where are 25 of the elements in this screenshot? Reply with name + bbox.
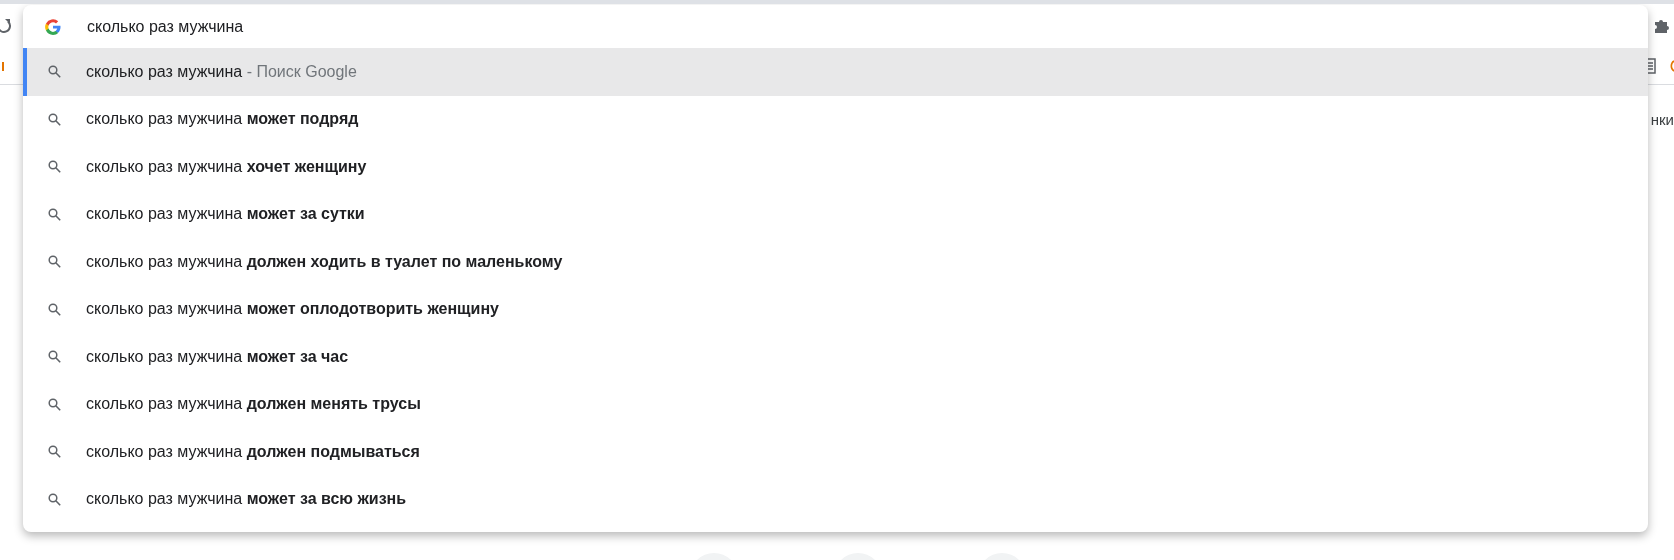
suggestion-item[interactable]: сколько раз мужчина может оплодотворить женщину xyxy=(23,285,1648,333)
suggestion-item[interactable]: сколько раз мужчина может за час xyxy=(23,333,1648,381)
address-input[interactable]: сколько раз мужчина xyxy=(87,17,587,36)
search-icon xyxy=(48,207,61,221)
search-icon xyxy=(48,350,61,364)
suggestion-item[interactable]: сколько раз мужчина может за всю жизнь xyxy=(23,475,1648,523)
reload-icon[interactable] xyxy=(0,18,12,34)
suggestion-item[interactable]: сколько раз мужчина хочет женщину xyxy=(23,143,1648,191)
suggestion-item[interactable]: сколько раз мужчина должен менять трусы xyxy=(23,380,1648,428)
suggestion-item[interactable]: сколько раз мужчина должен подмываться xyxy=(23,428,1648,476)
page-text: нки xyxy=(1650,111,1674,128)
search-icon xyxy=(48,445,61,459)
search-icon xyxy=(48,492,61,506)
search-icon xyxy=(48,160,61,174)
search-icon xyxy=(48,65,61,79)
search-icon xyxy=(48,397,61,411)
google-g-icon xyxy=(45,18,61,35)
suggestion-item[interactable]: сколько раз мужчина может подряд xyxy=(23,95,1648,143)
puzzle-icon[interactable] xyxy=(1654,18,1670,34)
suggestion-item[interactable]: сколько раз мужчина - Поиск Google xyxy=(23,48,1648,96)
suggestion-item[interactable]: сколько раз мужчина должен ходить в туалет по маленькому xyxy=(23,238,1648,286)
search-icon xyxy=(48,112,61,126)
search-icon xyxy=(48,302,61,316)
suggestion-item[interactable]: сколько раз мужчина может за сутки xyxy=(23,190,1648,238)
search-icon xyxy=(48,255,61,269)
